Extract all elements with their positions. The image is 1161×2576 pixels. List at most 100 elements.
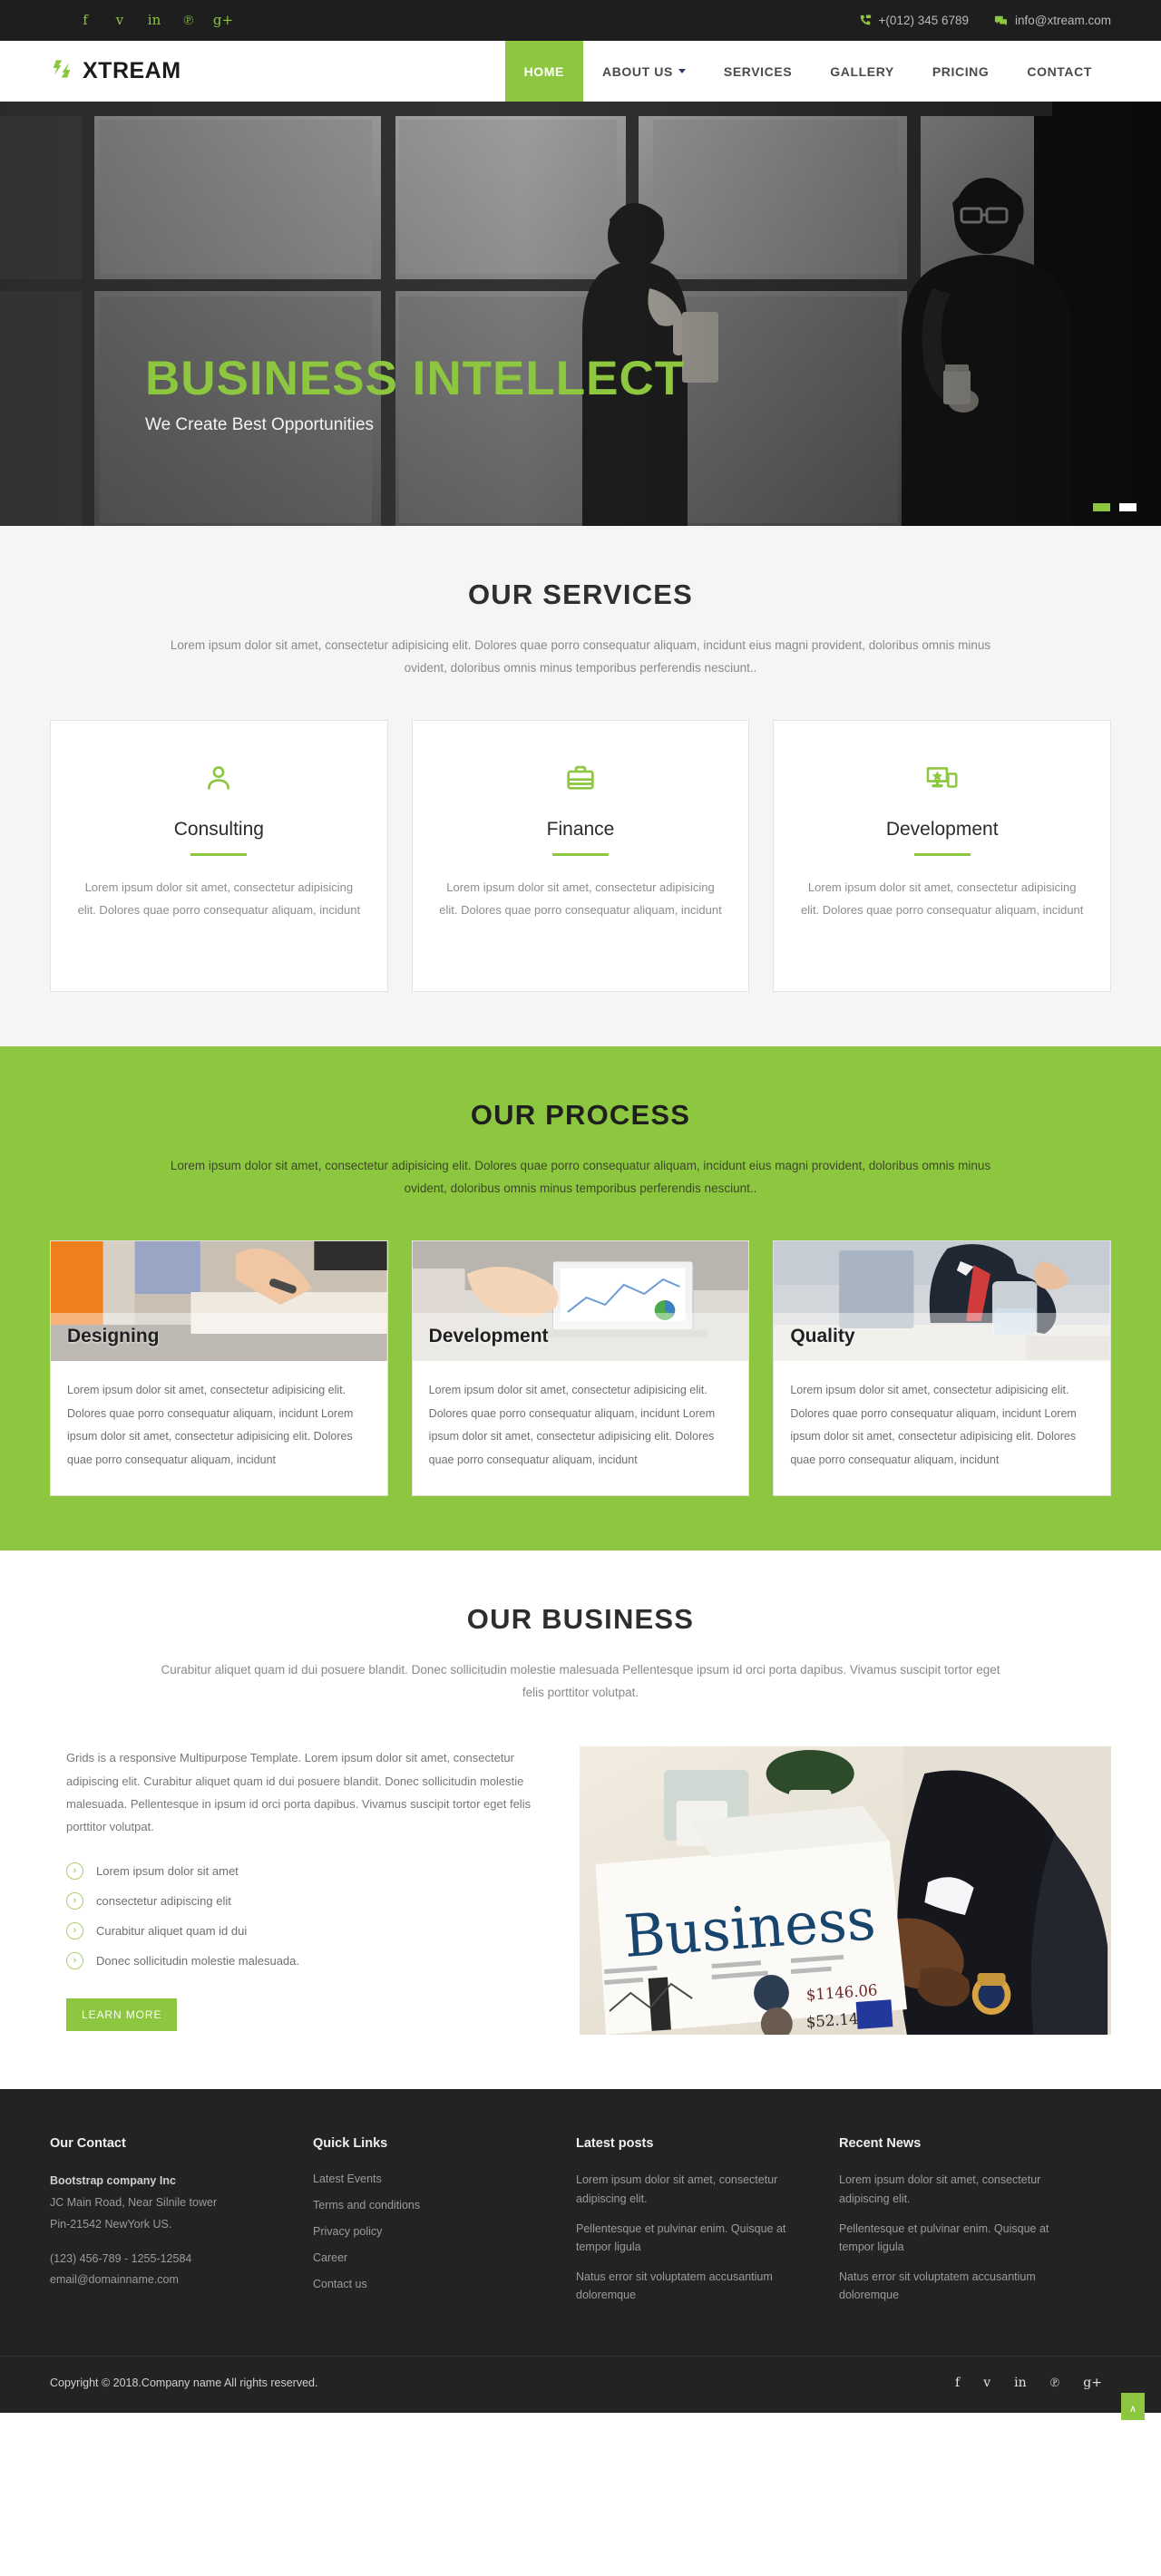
business-paragraph: Grids is a responsive Multipurpose Templ… [66, 1751, 532, 1834]
footer-company-name: Bootstrap company Inc [50, 2174, 176, 2188]
nav-link-services[interactable]: SERVICES [705, 41, 811, 102]
nav-item-gallery[interactable]: GALLERY [811, 41, 913, 102]
email-contact[interactable]: info@xtream.com [994, 14, 1111, 27]
list-item[interactable]: › Donec sollicitudin molestie malesuada. [66, 1951, 536, 1969]
process-description: Lorem ipsum dolor sit amet, consectetur … [170, 1158, 991, 1195]
hero-title: BUSINESS INTELLECT [145, 352, 686, 406]
footer-news-item[interactable]: Lorem ipsum dolor sit amet, consectetur … [839, 2171, 1086, 2208]
facebook-icon[interactable]: f [68, 14, 102, 27]
nav-label-contact: CONTACT [1027, 63, 1092, 79]
phone-contact[interactable]: +(012) 345 6789 [859, 14, 969, 27]
business-feature-list: › Lorem ipsum dolor sit amet › consectetur… [66, 1862, 536, 1969]
process-card-quality[interactable]: Quality Lorem ipsum dolor sit amet, cons… [773, 1239, 1112, 1497]
footer-post-item[interactable]: Natus error sit voluptatem accusantium d… [576, 2268, 814, 2305]
process-caption-quality: Quality [774, 1312, 1111, 1361]
process-body-quality: Lorem ipsum dolor sit amet, consectetur … [790, 1383, 1077, 1466]
hero-slider-indicators[interactable] [1093, 503, 1137, 511]
facebook-icon[interactable]: f [955, 2377, 960, 2389]
nav-link-contact[interactable]: CONTACT [1008, 41, 1111, 102]
footer-link-latest-events[interactable]: Latest Events [313, 2173, 382, 2185]
nav-link-pricing[interactable]: PRICING [913, 41, 1009, 102]
process-cards: Designing Lorem ipsum dolor sit amet, co… [50, 1239, 1112, 1497]
hero-caption: BUSINESS INTELLECT We Create Best Opport… [50, 354, 1111, 435]
chevron-right-icon: › [66, 1921, 83, 1939]
process-image-development: Development [412, 1240, 749, 1361]
process-body-development: Lorem ipsum dolor sit amet, consectetur … [428, 1383, 716, 1466]
top-bar: f ᴠ in ℗ g+ +(012) 345 6789 info@xtream.… [0, 0, 1161, 41]
footer-phone[interactable]: (123) 456-789 - 1255-12584 [50, 2249, 288, 2270]
footer-news-item[interactable]: Pellentesque et pulvinar enim. Quisque a… [839, 2220, 1086, 2257]
list-item-label: Curabitur aliquet quam id dui [96, 1923, 248, 1938]
service-card-finance[interactable]: Finance Lorem ipsum dolor sit amet, cons… [411, 719, 750, 992]
google-plus-icon[interactable]: g+ [206, 14, 240, 27]
footer-quick-links-column: Quick Links Latest Events Terms and cond… [313, 2136, 576, 2316]
process-card-development[interactable]: Development Lorem ipsum dolor sit amet, … [411, 1239, 750, 1497]
list-item-label: consectetur adipiscing elit [96, 1893, 231, 1908]
hero-overlay [0, 102, 1161, 526]
nav-item-pricing[interactable]: PRICING [913, 41, 1009, 102]
footer-heading-recent-news: Recent News [839, 2136, 922, 2152]
business-image: Business $1146.06 $52.14 [580, 1746, 1111, 2036]
chevron-right-icon: › [66, 1891, 83, 1910]
nav-label-services: SERVICES [723, 63, 793, 79]
nav-item-about-us[interactable]: ABOUT US [583, 41, 705, 102]
list-item-label: Donec sollicitudin molestie malesuada. [96, 1953, 300, 1968]
main-navbar: XTREAM HOME ABOUT US SERVICES GALLERY PR… [0, 41, 1161, 102]
list-item[interactable]: › consectetur adipiscing elit [66, 1891, 536, 1910]
responsive-devices-icon [797, 757, 1087, 799]
pinterest-icon[interactable]: ℗ [171, 14, 206, 27]
hero-subtitle: We Create Best Opportunities [145, 415, 375, 434]
service-divider [552, 852, 609, 856]
list-item[interactable]: Latest Events [313, 2171, 551, 2187]
nav-item-home[interactable]: HOME [504, 41, 583, 102]
email-address: info@xtream.com [1015, 14, 1111, 27]
nav-link-home[interactable]: HOME [504, 41, 583, 102]
nav-label-gallery: GALLERY [830, 63, 894, 79]
footer-heading-latest-posts: Latest posts [576, 2136, 654, 2152]
brand-logo[interactable]: XTREAM [50, 41, 181, 102]
linkedin-icon[interactable]: in [137, 14, 171, 27]
footer-link-career[interactable]: Career [313, 2251, 347, 2264]
footer-post-item[interactable]: Pellentesque et pulvinar enim. Quisque a… [576, 2220, 814, 2257]
footer-news-item[interactable]: Natus error sit voluptatem accusantium d… [839, 2268, 1086, 2305]
chevron-right-icon: › [66, 1862, 83, 1880]
footer-post-item[interactable]: Lorem ipsum dolor sit amet, consectetur … [576, 2171, 814, 2208]
chevron-down-icon [678, 69, 686, 73]
list-item[interactable]: › Lorem ipsum dolor sit amet [66, 1862, 536, 1880]
nav-item-contact[interactable]: CONTACT [1008, 41, 1111, 102]
footer-heading-quick-links: Quick Links [313, 2136, 388, 2152]
nav-link-about-us[interactable]: ABOUT US [583, 41, 705, 102]
list-item[interactable]: Contact us [313, 2276, 551, 2292]
list-item[interactable]: Career [313, 2250, 551, 2266]
service-title-finance: Finance [546, 818, 615, 840]
linkedin-icon[interactable]: in [1014, 2377, 1027, 2389]
phone-number: +(012) 345 6789 [878, 14, 970, 27]
footer-link-privacy-policy[interactable]: Privacy policy [313, 2225, 382, 2238]
footer-link-contact-us[interactable]: Contact us [313, 2278, 367, 2290]
process-image-designing: Designing [51, 1240, 387, 1361]
scroll-to-top-button[interactable]: ∧ [1121, 2393, 1145, 2421]
services-section: OUR SERVICES Lorem ipsum dolor sit amet,… [0, 526, 1161, 1046]
pinterest-icon[interactable]: ℗ [1050, 2377, 1060, 2389]
footer-email[interactable]: email@domainname.com [50, 2270, 288, 2291]
list-item[interactable]: › Curabitur aliquet quam id dui [66, 1921, 536, 1939]
footer-address-line-2: Pin-21542 NewYork US. [50, 2217, 172, 2231]
service-card-development[interactable]: Development Lorem ipsum dolor sit amet, … [773, 719, 1112, 992]
twitter-icon[interactable]: ᴠ [983, 2377, 990, 2389]
slider-indicator-2[interactable] [1119, 503, 1137, 511]
service-body-finance: Lorem ipsum dolor sit amet, consectetur … [439, 880, 722, 918]
footer-link-terms-and-conditions[interactable]: Terms and conditions [313, 2199, 420, 2211]
nav-link-gallery[interactable]: GALLERY [811, 41, 913, 102]
google-plus-icon[interactable]: g+ [1083, 2377, 1102, 2389]
process-card-designing[interactable]: Designing Lorem ipsum dolor sit amet, co… [50, 1239, 388, 1497]
list-item[interactable]: Terms and conditions [313, 2197, 551, 2213]
business-left-column: Grids is a responsive Multipurpose Templ… [50, 1746, 536, 2031]
list-item[interactable]: Privacy policy [313, 2223, 551, 2240]
learn-more-button[interactable]: LEARN MORE [66, 1998, 178, 2031]
twitter-icon[interactable]: ᴠ [102, 14, 137, 27]
slider-indicator-1[interactable] [1093, 503, 1110, 511]
business-right-column: Business $1146.06 $52.14 [580, 1746, 1111, 2036]
nav-item-services[interactable]: SERVICES [705, 41, 811, 102]
list-item-label: Lorem ipsum dolor sit amet [96, 1863, 239, 1878]
service-card-consulting[interactable]: Consulting Lorem ipsum dolor sit amet, c… [50, 719, 388, 992]
